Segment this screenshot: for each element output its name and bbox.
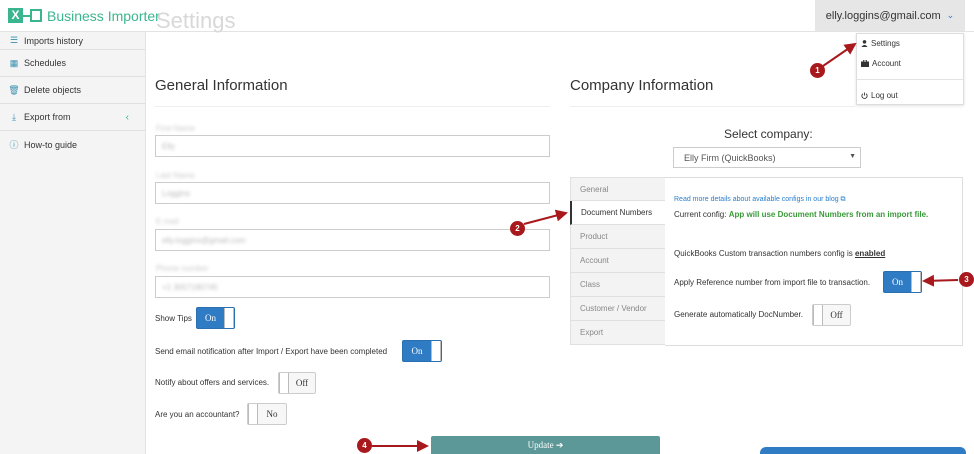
- sidebar-item-label: Imports history: [24, 35, 84, 46]
- update-button[interactable]: Update ➔: [431, 436, 660, 454]
- show-tips-label: Show Tips: [155, 314, 192, 323]
- download-icon: ⤓: [12, 111, 16, 122]
- app-logo[interactable]: X Business Importer: [8, 6, 160, 26]
- toggle-state: On: [411, 346, 423, 356]
- email-value: elly.loggins@gmail.com: [162, 236, 246, 245]
- divider: [570, 106, 855, 107]
- tab-account[interactable]: Account: [570, 249, 666, 273]
- annotation-badge-1: 1: [810, 63, 825, 78]
- accountant-toggle[interactable]: No: [247, 403, 287, 425]
- sidebar-item-imports-history[interactable]: ☰ Imports history: [0, 32, 145, 50]
- briefcase-icon: [861, 60, 869, 67]
- power-icon: [861, 92, 868, 99]
- custom-config: QuickBooks Custom transaction numbers co…: [674, 249, 885, 258]
- general-info-heading: General Information: [155, 77, 288, 94]
- last-name-value: Loggins: [162, 189, 191, 198]
- custom-config-value: enabled: [854, 249, 886, 258]
- sidebar-item-schedules[interactable]: ▦ Schedules: [0, 50, 145, 77]
- sidebar-item-how-to-guide[interactable]: ⓘ How-to guide: [0, 131, 145, 158]
- annotation-arrow-2: [523, 209, 568, 225]
- toggle-state: Off: [830, 310, 843, 320]
- user-icon: [861, 40, 868, 47]
- tab-product[interactable]: Product: [570, 225, 666, 249]
- caret-down-icon: ▼: [849, 153, 856, 160]
- dropdown-item-logout[interactable]: Log out: [861, 91, 898, 100]
- phone-input[interactable]: +1 3057180745: [155, 276, 550, 298]
- tab-customer-vendor[interactable]: Customer / Vendor: [570, 297, 666, 321]
- tab-document-numbers[interactable]: Document Numbers: [570, 201, 666, 225]
- chevron-down-icon: ⌄: [946, 10, 955, 20]
- first-name-value: Elly: [162, 142, 175, 151]
- auto-docnum-toggle[interactable]: Off: [812, 304, 851, 326]
- list-icon: ☰: [9, 35, 19, 45]
- last-name-label: Last Name: [156, 171, 195, 180]
- apply-ref-label: Apply Reference number from import file …: [674, 278, 871, 287]
- toggle-state: No: [266, 409, 278, 419]
- phone-value: +1 3057180745: [162, 283, 218, 292]
- sidebar-item-export-from[interactable]: ⤓ Export from ‹: [0, 104, 145, 131]
- custom-config-prefix: QuickBooks Custom transaction numbers co…: [674, 249, 853, 258]
- secondary-button[interactable]: [760, 447, 966, 454]
- annotation-badge-2: 2: [510, 221, 525, 236]
- tab-export[interactable]: Export: [570, 321, 666, 345]
- config-tabs: General Document Numbers Product Account…: [570, 177, 666, 345]
- dropdown-item-settings[interactable]: Settings: [861, 39, 900, 48]
- dropdown-item-label: Log out: [871, 91, 898, 100]
- selected-company: Elly Firm (QuickBooks): [684, 153, 776, 163]
- info-icon: ⓘ: [9, 140, 19, 150]
- toggle-state: Off: [295, 378, 309, 388]
- annotation-arrow-1: [822, 42, 857, 67]
- logo-mark-icon: X: [8, 8, 42, 24]
- first-name-input[interactable]: Elly: [155, 135, 550, 157]
- sidebar: ☰ Imports history ▦ Schedules 🗑 Delete o…: [0, 32, 146, 454]
- first-name-label: First Name: [156, 124, 196, 133]
- top-bar: X Business Importer Settings elly.loggin…: [0, 0, 974, 33]
- company-info-heading: Company Information: [570, 77, 714, 94]
- annotation-badge-3: 3: [959, 272, 974, 287]
- dropdown-item-account[interactable]: Account: [861, 59, 901, 68]
- calendar-icon: ▦: [9, 57, 19, 68]
- sidebar-item-label: How-to guide: [24, 139, 78, 150]
- trash-icon: 🗑: [8, 84, 20, 95]
- logo-x-glyph: X: [8, 8, 23, 23]
- divider: [155, 106, 550, 107]
- current-config: Current config: App will use Document Nu…: [674, 210, 928, 219]
- offers-label: Notify about offers and services.: [155, 378, 270, 387]
- email-label: E-mail: [156, 217, 179, 226]
- toggle-state: On: [205, 313, 216, 323]
- auto-docnum-label: Generate automatically DocNumber.: [674, 310, 803, 319]
- user-dropdown: Settings Account Log out: [856, 33, 964, 105]
- current-config-prefix: Current config:: [674, 210, 727, 219]
- current-config-value: App will use Document Numbers from an im…: [728, 210, 929, 219]
- user-email: elly.loggins@gmail.com: [825, 9, 941, 22]
- chevron-left-icon[interactable]: ‹: [126, 112, 129, 123]
- tab-class[interactable]: Class: [570, 273, 666, 297]
- sidebar-item-delete-objects[interactable]: 🗑 Delete objects: [0, 77, 145, 104]
- offers-toggle[interactable]: Off: [278, 372, 316, 394]
- last-name-input[interactable]: Loggins: [155, 182, 550, 204]
- dropdown-item-label: Settings: [871, 39, 900, 48]
- accountant-label: Are you an accountant?: [155, 410, 240, 419]
- phone-label: Phone number: [156, 264, 209, 273]
- sidebar-item-label: Schedules: [24, 58, 67, 68]
- toggle-state: On: [892, 277, 903, 287]
- page-title: Settings: [156, 8, 236, 33]
- dropdown-item-label: Account: [872, 59, 901, 68]
- app-name: Business Importer: [47, 8, 160, 24]
- email-notification-label: Send email notification after Import / E…: [155, 347, 388, 356]
- blog-link[interactable]: Read more details about available config…: [674, 196, 846, 204]
- apply-ref-toggle[interactable]: On: [883, 271, 922, 293]
- user-menu-button[interactable]: elly.loggins@gmail.com ⌄: [815, 0, 965, 31]
- select-company-label: Select company:: [724, 127, 813, 141]
- show-tips-toggle[interactable]: On: [196, 307, 235, 329]
- annotation-badge-4: 4: [357, 438, 372, 453]
- email-notification-toggle[interactable]: On: [402, 340, 442, 362]
- sidebar-item-label: Export from: [24, 112, 71, 122]
- email-input[interactable]: elly.loggins@gmail.com: [155, 229, 550, 251]
- company-select[interactable]: Elly Firm (QuickBooks) ▼: [673, 147, 861, 168]
- sidebar-item-label: Delete objects: [24, 85, 82, 95]
- tab-general[interactable]: General: [570, 177, 666, 201]
